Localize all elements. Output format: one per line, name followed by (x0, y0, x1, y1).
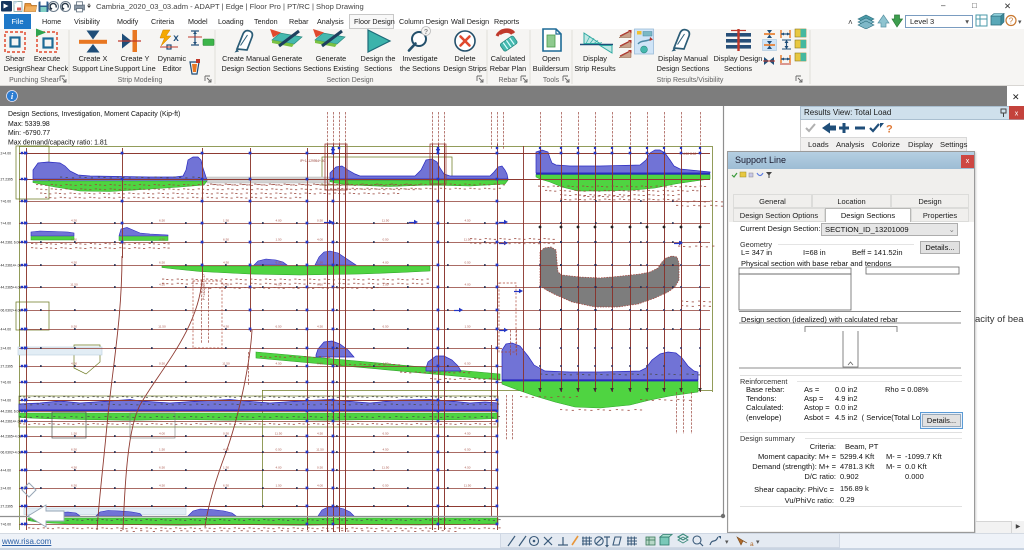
svg-text:a: a (750, 541, 754, 548)
svg-text:▾: ▾ (756, 539, 760, 546)
svg-text:▾: ▾ (725, 539, 729, 546)
